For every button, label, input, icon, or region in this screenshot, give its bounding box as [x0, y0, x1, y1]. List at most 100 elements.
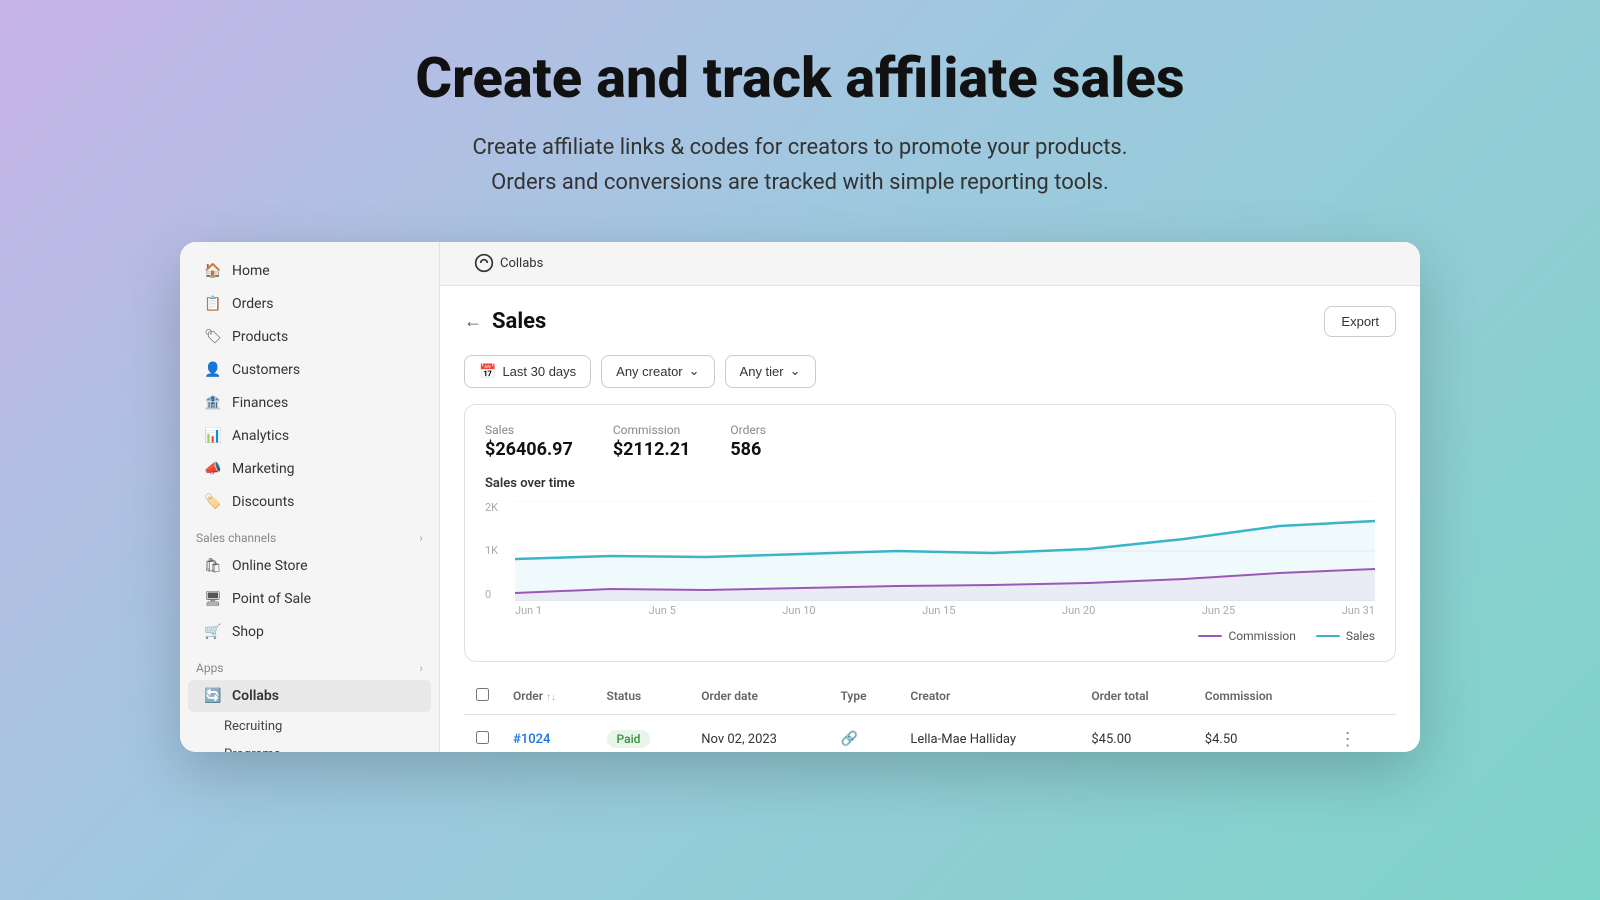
collabs-icon: 🔄	[204, 687, 222, 705]
orders-icon: 📋	[204, 295, 222, 313]
calendar-icon: 📅	[479, 363, 496, 380]
hero-subtitle-line1: Create affiliate links & codes for creat…	[472, 135, 1127, 160]
row-commission: $4.50	[1193, 714, 1321, 752]
sidebar-item-recruiting[interactable]: Recruiting	[188, 713, 431, 740]
hero-subtitle-line2: Orders and conversions are tracked with …	[491, 170, 1109, 195]
sidebar-label-home: Home	[232, 263, 270, 279]
back-button[interactable]: ←	[464, 311, 482, 332]
sidebar-item-products[interactable]: 🏷 Products	[188, 321, 431, 353]
table-row: #1024 Paid Nov 02, 2023 🔗 Lella-Mae Hall…	[464, 714, 1396, 752]
sidebar-item-marketing[interactable]: 📣 Marketing	[188, 453, 431, 485]
export-button[interactable]: Export	[1324, 306, 1396, 337]
sidebar-label-analytics: Analytics	[232, 428, 289, 444]
sidebar-item-shop[interactable]: 🛒 Shop	[188, 616, 431, 648]
sidebar-item-orders[interactable]: 📋 Orders	[188, 288, 431, 320]
col-actions	[1321, 678, 1396, 715]
hero-title: Create and track affiliate sales	[0, 48, 1600, 110]
sidebar-label-collabs: Collabs	[232, 688, 279, 704]
apps-label: Apps	[196, 661, 224, 675]
chart-area: 2K 1K 0	[485, 501, 1375, 621]
sidebar-item-point-of-sale[interactable]: 🖥 Point of Sale	[188, 583, 431, 615]
main-content: Collabs ← Sales Export 📅 Last	[440, 242, 1420, 752]
row-type: 🔗	[828, 714, 898, 752]
creator-filter-label: Any creator	[616, 364, 682, 379]
sales-channels-section: Sales channels ›	[180, 519, 439, 549]
select-all-checkbox[interactable]	[476, 688, 489, 701]
chart-y-labels: 2K 1K 0	[485, 501, 515, 601]
x-label-jun1: Jun 1	[515, 604, 542, 617]
apps-chevron-icon: ›	[419, 661, 423, 675]
store-icon: 🛍	[204, 557, 222, 575]
sidebar-label-products: Products	[232, 329, 288, 345]
sidebar-item-finances[interactable]: 🏦 Finances	[188, 387, 431, 419]
sales-legend-line	[1316, 635, 1340, 637]
table-body: #1024 Paid Nov 02, 2023 🔗 Lella-Mae Hall…	[464, 714, 1396, 752]
legend-sales: Sales	[1316, 629, 1375, 643]
chart-legend: Commission Sales	[485, 629, 1375, 643]
col-status-label: Status	[607, 689, 642, 703]
sidebar-label-shop: Shop	[232, 624, 264, 640]
x-label-jun20: Jun 20	[1062, 604, 1095, 617]
hero-subtitle: Create affiliate links & codes for creat…	[0, 130, 1600, 200]
page-title-group: ← Sales	[464, 309, 546, 334]
order-id-link[interactable]: #1024	[513, 732, 550, 747]
sales-channels-label: Sales channels	[196, 531, 276, 545]
stat-commission-value: $2112.21	[613, 439, 691, 460]
stat-orders-value: 586	[730, 439, 766, 460]
row-more-actions: ⋮	[1321, 714, 1396, 752]
table-header: Order ↑↓ Status Order date Type	[464, 678, 1396, 715]
more-actions-button[interactable]: ⋮	[1333, 727, 1363, 752]
sidebar-label-finances: Finances	[232, 395, 288, 411]
col-commission-label: Commission	[1205, 689, 1273, 703]
row-checkbox[interactable]	[476, 731, 489, 744]
sidebar-item-programs[interactable]: Programs	[188, 741, 431, 752]
date-range-filter[interactable]: 📅 Last 30 days	[464, 355, 591, 388]
app-window: 🏠 Home 📋 Orders 🏷 Products 👤 Customers 🏦…	[180, 242, 1420, 752]
commission-legend-label: Commission	[1228, 629, 1295, 643]
sidebar-item-discounts[interactable]: 🏷️ Discounts	[188, 486, 431, 518]
app-window-inner: 🏠 Home 📋 Orders 🏷 Products 👤 Customers 🏦…	[180, 242, 1420, 752]
tier-filter-label: Any tier	[740, 364, 784, 379]
apps-section: Apps ›	[180, 649, 439, 679]
stats-row: Sales $26406.97 Commission $2112.21 Orde…	[485, 423, 1375, 460]
chart-svg	[515, 501, 1375, 601]
sidebar-label-point-of-sale: Point of Sale	[232, 591, 311, 607]
chart-icon: 📊	[204, 427, 222, 445]
x-label-jun10: Jun 10	[782, 604, 815, 617]
chart-title: Sales over time	[485, 476, 1375, 491]
sidebar-label-recruiting: Recruiting	[224, 719, 282, 734]
x-label-jun31: Jun 31	[1342, 604, 1375, 617]
sidebar-label-programs: Programs	[224, 747, 281, 752]
y-label-0: 0	[485, 588, 515, 601]
chevron-right-icon: ›	[419, 531, 423, 545]
sidebar-item-analytics[interactable]: 📊 Analytics	[188, 420, 431, 452]
sidebar-label-online-store: Online Store	[232, 558, 308, 574]
sidebar-item-customers[interactable]: 👤 Customers	[188, 354, 431, 386]
tag-icon: 🏷	[204, 328, 222, 346]
col-type-label: Type	[840, 689, 866, 703]
tab-collabs[interactable]: Collabs	[460, 247, 557, 279]
col-order[interactable]: Order ↑↓	[501, 678, 595, 715]
stat-commission-label: Commission	[613, 423, 691, 437]
tier-filter[interactable]: Any tier ⌄	[725, 355, 816, 388]
sidebar-item-online-store[interactable]: 🛍 Online Store	[188, 550, 431, 582]
collabs-tab-icon	[474, 253, 494, 273]
page-body: ← Sales Export 📅 Last 30 days Any creato…	[440, 286, 1420, 752]
stat-orders-label: Orders	[730, 423, 766, 437]
col-order-date-label: Order date	[701, 689, 758, 703]
commission-legend-line	[1198, 635, 1222, 637]
sidebar-item-collabs[interactable]: 🔄 Collabs	[188, 680, 431, 712]
page-header: ← Sales Export	[464, 306, 1396, 337]
hero-section: Create and track affiliate sales Create …	[0, 0, 1600, 232]
sidebar-item-home[interactable]: 🏠 Home	[188, 255, 431, 287]
creator-filter[interactable]: Any creator ⌄	[601, 355, 714, 388]
chart-x-labels: Jun 1 Jun 5 Jun 10 Jun 15 Jun 20 Jun 25 …	[515, 601, 1375, 621]
row-order-total: $45.00	[1079, 714, 1192, 752]
orders-table: Order ↑↓ Status Order date Type	[464, 678, 1396, 752]
col-checkbox	[464, 678, 501, 715]
x-label-jun5: Jun 5	[649, 604, 676, 617]
col-type: Type	[828, 678, 898, 715]
y-label-2k: 2K	[485, 501, 515, 514]
row-order-id: #1024	[501, 714, 595, 752]
stat-sales-label: Sales	[485, 423, 573, 437]
